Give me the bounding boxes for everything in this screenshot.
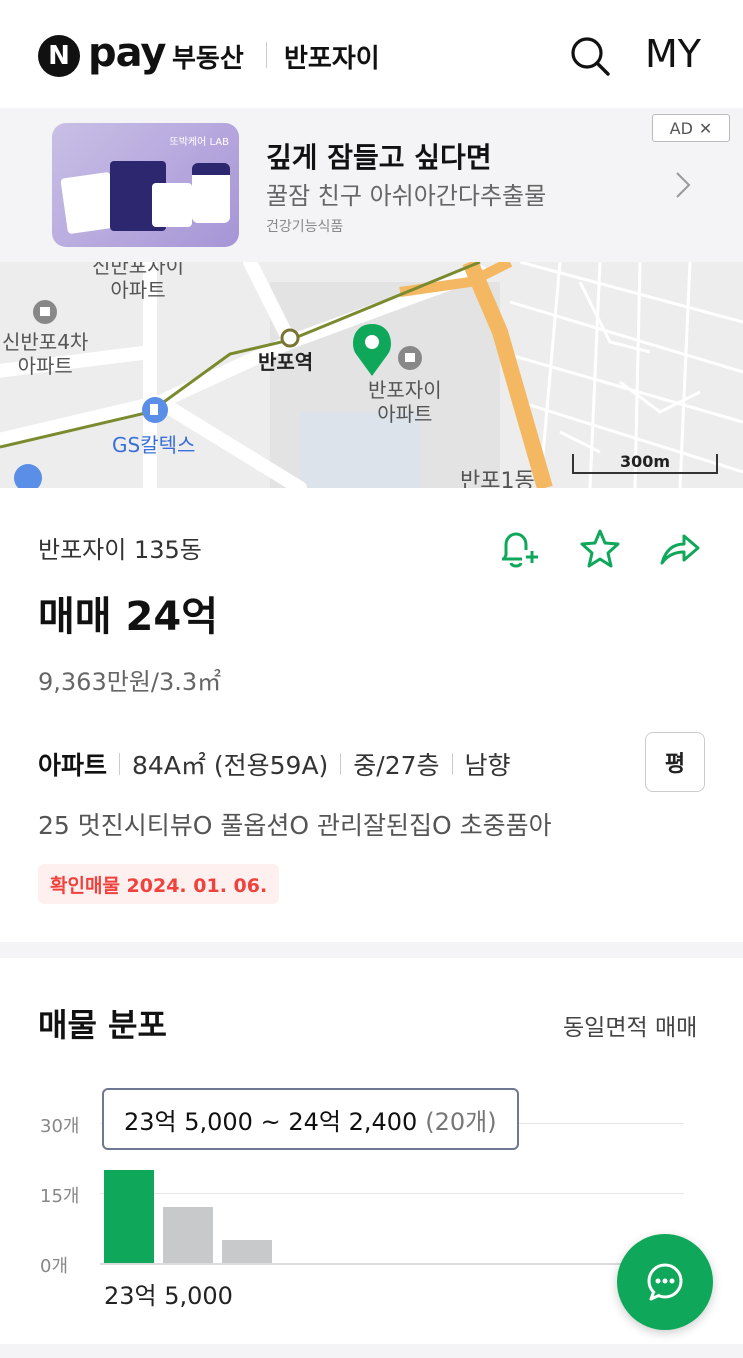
distribution-filter[interactable]: 동일면적 매매 (563, 1008, 697, 1042)
distribution-bar[interactable] (222, 1239, 272, 1263)
map-view[interactable]: 신반포자이 아파트 신반포4차 아파트 반포역 반포자이 아파트 GS칼텍스 반… (0, 262, 743, 488)
chevron-right-icon[interactable] (674, 170, 692, 200)
search-icon (571, 37, 610, 76)
map-scale-label: 300m (620, 452, 671, 471)
section-divider (0, 942, 743, 958)
map-label-complex-left: 신반포4차 아파트 (2, 330, 89, 378)
ad-product-image[interactable]: 또박케어 LAB (52, 123, 239, 247)
ad-title[interactable]: 깊게 잠들고 싶다면 (266, 136, 492, 176)
y-tick-label: 0개 (40, 1256, 69, 1277)
page-title: 반포자이 (284, 44, 380, 74)
verified-badge: 확인매물 2024. 01. 06. (38, 864, 280, 904)
distribution-bar[interactable] (104, 1169, 154, 1263)
spec-row: 아파트 84A㎡ (전용59A) 중/27층 남향 (38, 746, 511, 782)
unit-price: 9,363만원/3.3㎡ (38, 668, 222, 696)
property-area: 84A㎡ (전용59A) (132, 751, 329, 780)
distribution-title: 매물 분포 (38, 1006, 167, 1044)
npay-logo-text[interactable]: pay (88, 30, 166, 76)
chat-button[interactable] (617, 1234, 713, 1330)
map-label-complex-top: 신반포자이 아파트 (92, 262, 184, 302)
chart-baseline (100, 1263, 684, 1265)
my-button[interactable]: MY (645, 32, 701, 76)
range-tooltip: 23억 5,000 ~ 24억 2,400 (20개) (102, 1088, 519, 1150)
map-label-district: 반포1동 (460, 469, 535, 489)
map-label-target: 반포자이 아파트 (368, 378, 442, 426)
service-name[interactable]: 부동산 (172, 38, 244, 75)
header-divider (266, 42, 267, 68)
gridline (100, 1193, 684, 1194)
property-direction: 남향 (464, 751, 511, 780)
property-type: 아파트 (38, 751, 108, 780)
pyeong-unit-toggle[interactable]: 평 (645, 732, 705, 792)
bottom-edge (0, 1344, 743, 1358)
alarm-add-icon[interactable] (496, 527, 540, 571)
ad-category-tag: 건강기능식품 (266, 219, 344, 235)
y-tick-label: 30개 (40, 1116, 80, 1137)
complex-dong-name: 반포자이 135동 (38, 536, 202, 564)
chat-icon (647, 1263, 683, 1301)
tooltip-count: (20개) (425, 1107, 497, 1136)
property-floor: 중/27층 (353, 751, 440, 780)
share-icon[interactable] (658, 527, 702, 571)
top-header: N pay 부동산 반포자이 MY (0, 0, 743, 108)
map-label-gas: GS칼텍스 (112, 433, 196, 457)
ad-banner[interactable]: 또박케어 LAB 깊게 잠들고 싶다면 꿀잠 친구 아쉬아간다추출물 건강기능식… (0, 108, 743, 262)
price-title: 매매 24억 (38, 594, 218, 640)
ad-thumb-brand: 또박케어 LAB (169, 137, 229, 148)
ad-badge[interactable]: AD ✕ (652, 114, 730, 142)
x-axis-label: 23억 5,000 (104, 1282, 233, 1310)
map-label-station: 반포역 (258, 350, 314, 374)
star-icon[interactable] (578, 527, 622, 571)
ad-subtitle[interactable]: 꿀잠 친구 아쉬아간다추출물 (266, 176, 546, 211)
tooltip-range: 23억 5,000 ~ 24억 2,400 (124, 1107, 418, 1136)
ad-close-icon[interactable]: ✕ (699, 119, 712, 138)
listing-description: 25 멋진시티뷰O 풀옵션O 관리잘된집O 초중품아 (38, 811, 552, 840)
ad-label: AD (669, 118, 693, 138)
npay-logo-mark[interactable]: N (38, 35, 80, 77)
search-button[interactable] (568, 34, 612, 78)
distribution-bar[interactable] (163, 1207, 213, 1263)
y-tick-label: 15개 (40, 1186, 80, 1207)
